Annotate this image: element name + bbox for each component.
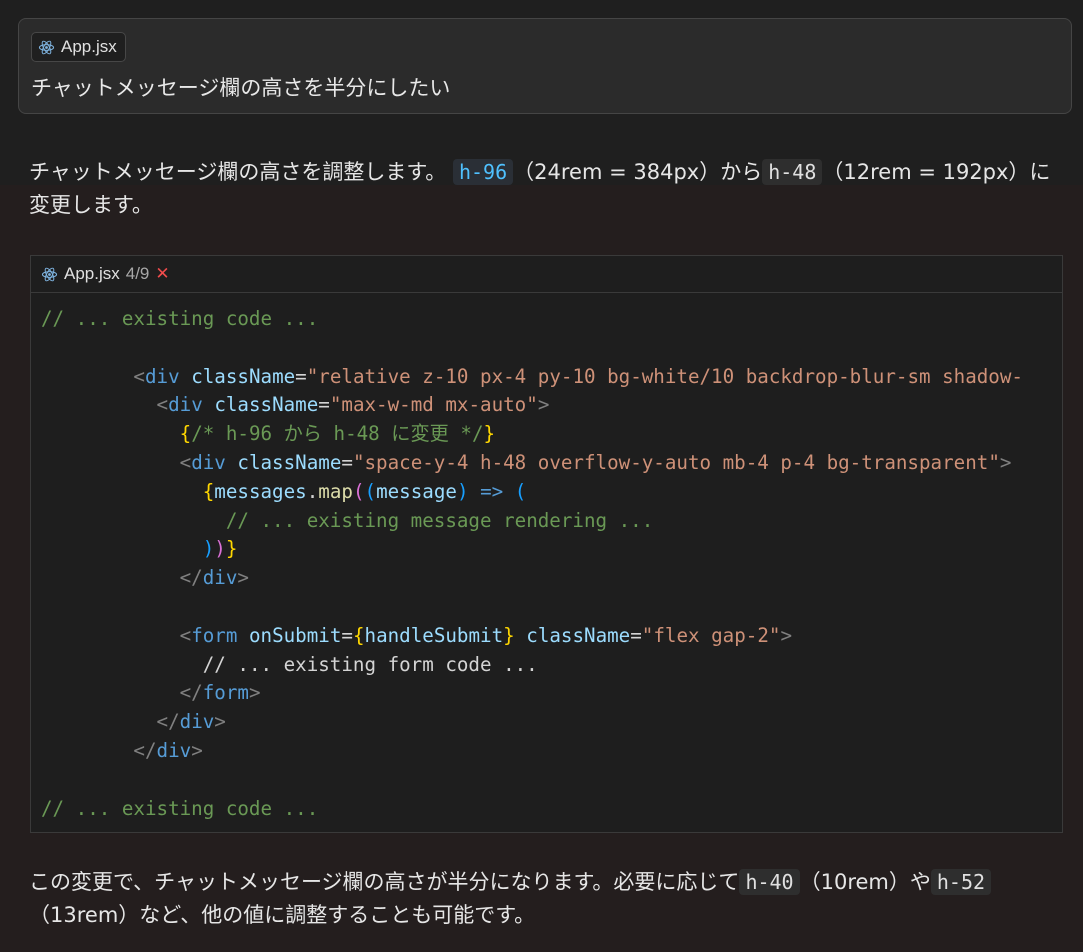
user-message-card: App.jsx チャットメッセージ欄の高さを半分にしたい xyxy=(18,18,1072,114)
code-function: map xyxy=(318,479,353,503)
inline-code-h40: h-40 xyxy=(739,869,800,895)
code-comment: // ... existing message rendering ... xyxy=(225,508,654,532)
conclusion-text-2: （10rem）や xyxy=(799,870,931,894)
file-chip-label: App.jsx xyxy=(61,37,117,56)
response-paragraph-intro: チャットメッセージ欄の高さを調整します。 h-96 （24rem = 384px）… xyxy=(29,156,1069,222)
code-block-header: App.jsx 4/9 ✕ xyxy=(31,256,1062,293)
inline-code-h48: h-48 xyxy=(762,159,823,185)
code-comment: // ... existing form code ... xyxy=(202,652,538,676)
code-parameter: message xyxy=(376,479,457,503)
code-identifier: messages xyxy=(214,479,307,503)
code-content: // ... existing code ... <div className=… xyxy=(41,307,1023,820)
code-comment: /* h-96 から h-48 に変更 */ xyxy=(191,422,484,446)
conclusion-text-1: この変更で、チャットメッセージ欄の高さが半分になります。必要に応じて xyxy=(29,870,740,894)
code-block: App.jsx 4/9 ✕ // ... existing code ... <… xyxy=(30,255,1063,833)
inline-code-h96: h-96 xyxy=(452,159,514,185)
intro-text-1: チャットメッセージ欄の高さを調整します。 xyxy=(29,160,447,184)
inline-code-h52: h-52 xyxy=(930,869,992,895)
code-classname-value: relative z-10 px-4 py-10 bg-white/10 bac… xyxy=(318,364,1023,388)
react-icon xyxy=(38,39,55,56)
close-icon[interactable]: ✕ xyxy=(155,264,169,284)
conclusion-text-3: （13rem）など、他の値に調整することも可能です。 xyxy=(29,903,536,927)
code-classname-value: max-w-md mx-auto xyxy=(341,393,527,417)
code-classname-value: space-y-4 h-48 overflow-y-auto mb-4 p-4 … xyxy=(364,450,989,474)
file-attachment-chip[interactable]: App.jsx xyxy=(31,32,126,62)
intro-text-2: （24rem = 384px）から xyxy=(513,160,763,184)
user-message-text: チャットメッセージ欄の高さを半分にしたい xyxy=(31,76,451,100)
react-icon xyxy=(41,266,58,283)
code-classname-value: flex gap-2 xyxy=(653,623,769,647)
code-filename[interactable]: App.jsx xyxy=(64,264,120,284)
response-paragraph-conclusion: この変更で、チャットメッセージ欄の高さが半分になります。必要に応じて h-40 （1… xyxy=(29,866,1069,932)
code-identifier: handleSubmit xyxy=(364,623,504,647)
code-comment: // ... existing code ... xyxy=(41,796,319,820)
code-change-count: 4/9 xyxy=(125,264,150,283)
code-comment: // ... existing code ... xyxy=(41,307,319,330)
